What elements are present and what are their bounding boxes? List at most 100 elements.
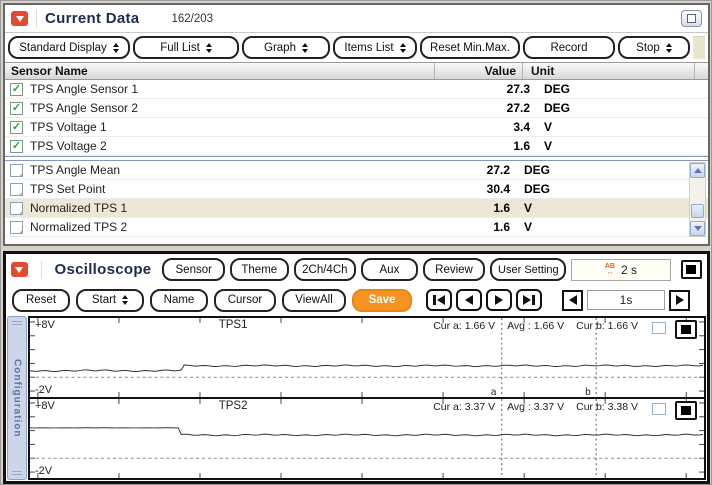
playback-transport: [426, 289, 542, 311]
table-row[interactable]: TPS Angle Sensor 1 27.3 DEG: [5, 80, 708, 99]
table-row[interactable]: TPS Angle Mean 27.2 DEG: [5, 161, 708, 180]
channel-count-button[interactable]: 2Ch/4Ch: [294, 258, 357, 281]
user-setting-button[interactable]: User Setting: [490, 258, 566, 281]
dropdown-arrows-icon: [666, 43, 672, 53]
channel-display-button[interactable]: [675, 320, 697, 339]
table-row[interactable]: TPS Set Point 30.4 DEG: [5, 180, 708, 199]
column-header-sensor-name[interactable]: Sensor Name: [5, 64, 434, 78]
scrollbar-thumb[interactable]: [691, 204, 704, 218]
aux-button[interactable]: Aux: [361, 258, 418, 281]
unit-cell: DEG: [516, 163, 688, 177]
stop-dropdown[interactable]: Stop: [618, 36, 690, 59]
row-checkbox[interactable]: [10, 202, 23, 215]
time-window-display[interactable]: AB↔ 2 s: [571, 259, 670, 281]
unit-cell: V: [516, 220, 688, 234]
row-checkbox[interactable]: [10, 83, 23, 96]
scroll-up-button[interactable]: [690, 163, 705, 178]
timebase-increase-button[interactable]: [669, 290, 690, 311]
row-checkbox[interactable]: [10, 102, 23, 115]
column-header-value[interactable]: Value: [434, 63, 522, 79]
table-row[interactable]: Normalized TPS 2 1.6 V: [5, 218, 708, 237]
channel-select-checkbox[interactable]: [652, 403, 666, 415]
row-checkbox[interactable]: [10, 164, 23, 177]
ab-range-icon: AB↔: [605, 264, 615, 276]
available-sensors-section: TPS Angle Mean 27.2 DEG TPS Set Point 30…: [5, 161, 708, 237]
value-cell: 1.6: [428, 201, 516, 215]
review-button[interactable]: Review: [423, 258, 486, 281]
triangle-left-icon: [569, 295, 577, 305]
row-checkbox[interactable]: [10, 121, 23, 134]
panel-restore-button[interactable]: [681, 10, 702, 27]
unit-cell: DEG: [536, 101, 708, 115]
scope-area: Configuration ab +8V -2V TPS1 Cur a: 1.6…: [6, 315, 707, 481]
scroll-down-button[interactable]: [690, 221, 705, 236]
triangle-left-icon: [437, 295, 445, 305]
view-all-button[interactable]: ViewAll: [282, 289, 346, 312]
row-checkbox[interactable]: [10, 221, 23, 234]
start-dropdown[interactable]: Start: [76, 289, 144, 312]
grip-icon: [12, 321, 22, 325]
column-header-unit[interactable]: Unit: [522, 63, 694, 79]
unit-cell: DEG: [536, 82, 708, 96]
stop-label: Stop: [636, 42, 660, 54]
sensor-name: TPS Set Point: [30, 182, 105, 196]
sensor-label: Sensor: [176, 264, 212, 276]
vertical-scrollbar[interactable]: [689, 162, 706, 237]
unit-cell: DEG: [516, 182, 688, 196]
arrow-down-icon: [694, 226, 702, 231]
reset-minmax-button[interactable]: Reset Min.Max.: [420, 36, 520, 59]
value-cell: 27.2: [448, 101, 536, 115]
avg-value: 1.66 V: [534, 320, 564, 332]
theme-button[interactable]: Theme: [230, 258, 289, 281]
table-row[interactable]: TPS Voltage 1 3.4 V: [5, 118, 708, 137]
scope-display-toggle-button[interactable]: [681, 260, 702, 279]
voltage-min-label: -2V: [35, 465, 52, 477]
skip-to-end-button[interactable]: [516, 289, 542, 311]
table-row[interactable]: Normalized TPS 1 1.6 V: [5, 199, 708, 218]
triangle-right-icon: [495, 295, 503, 305]
row-checkbox[interactable]: [10, 140, 23, 153]
row-checkbox[interactable]: [10, 183, 23, 196]
restore-icon: [687, 14, 696, 23]
sensor-button[interactable]: Sensor: [162, 258, 225, 281]
row-name-cell: TPS Voltage 2: [5, 139, 448, 153]
current-data-toolbar: Standard Display Full List Graph Items L…: [5, 33, 708, 62]
configuration-tab[interactable]: Configuration: [7, 316, 27, 480]
cursor-readouts: Cur a: 3.37 V Avg : 3.37 V Cur b: 3.38 V: [433, 401, 638, 413]
channel-display-button[interactable]: [675, 401, 697, 420]
svg-text:a: a: [491, 387, 497, 397]
divider: [41, 261, 42, 279]
list-mode-label: Full List: [160, 42, 200, 54]
channel-2-plot: +8V -2V TPS2 Cur a: 3.37 V Avg : 3.37 V …: [30, 399, 704, 478]
step-back-button[interactable]: [456, 289, 482, 311]
sensor-name: TPS Angle Mean: [30, 163, 120, 177]
reset-button[interactable]: Reset: [12, 289, 70, 312]
skip-to-start-button[interactable]: [426, 289, 452, 311]
panel-menu-icon[interactable]: [11, 11, 28, 26]
save-button[interactable]: Save: [352, 289, 412, 312]
configuration-tab-label: Configuration: [12, 329, 23, 467]
dropdown-arrows-icon: [400, 43, 406, 53]
cursor-b-value: 1.66 V: [608, 320, 638, 332]
channel-select-checkbox[interactable]: [652, 322, 666, 334]
record-button[interactable]: Record: [523, 36, 615, 59]
cursor-a-value: 1.66 V: [465, 320, 495, 332]
items-list-dropdown[interactable]: Items List: [333, 36, 417, 59]
name-button[interactable]: Name: [150, 289, 208, 312]
cursor-button[interactable]: Cursor: [214, 289, 276, 312]
items-list-label: Items List: [344, 42, 393, 54]
display-mode-label: Standard Display: [19, 42, 107, 54]
item-counter: 162/203: [171, 13, 213, 25]
table-row[interactable]: TPS Angle Sensor 2 27.2 DEG: [5, 99, 708, 118]
timebase-decrease-button[interactable]: [562, 290, 583, 311]
step-forward-button[interactable]: [486, 289, 512, 311]
triangle-left-icon: [465, 295, 473, 305]
triangle-right-icon: [523, 295, 531, 305]
display-mode-dropdown[interactable]: Standard Display: [8, 36, 130, 59]
oscilloscope-panel: Oscilloscope Sensor Theme 2Ch/4Ch Aux Re…: [3, 251, 710, 484]
panel-menu-icon[interactable]: [11, 262, 28, 277]
table-row[interactable]: TPS Voltage 2 1.6 V: [5, 137, 708, 156]
value-cell: 1.6: [428, 220, 516, 234]
view-mode-dropdown[interactable]: Graph: [242, 36, 330, 59]
list-mode-dropdown[interactable]: Full List: [133, 36, 239, 59]
